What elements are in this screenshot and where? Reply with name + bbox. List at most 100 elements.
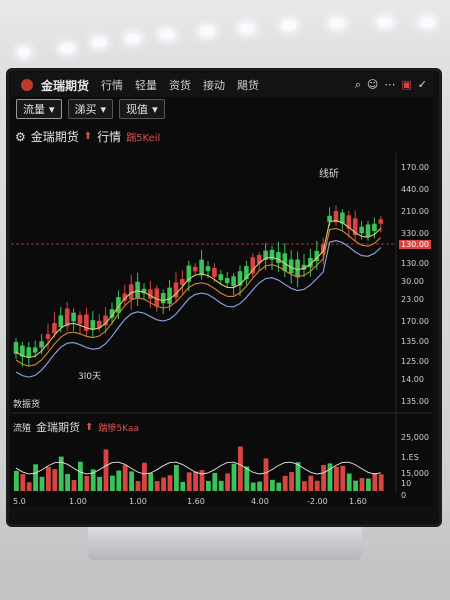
volume-bar [346, 473, 352, 491]
volume-label-left: 流殖 [13, 423, 32, 434]
time-tick: 5.0 [13, 497, 26, 506]
candle-body [167, 287, 172, 304]
candle-body [90, 320, 96, 330]
volume-title: 金瑞期货 [36, 421, 81, 434]
volume-bar [97, 476, 102, 491]
trading-app-screen: 金瑞期货 行情 轻量 资货 接动 飓货 ⌕ ☺ ⋯ ▣ ✓ 流量 ▾ 涕买 ▾ … [11, 73, 433, 506]
volume-bar [378, 474, 384, 491]
volume-ma-line [15, 461, 381, 475]
volume-bar [46, 466, 51, 491]
candle-body [378, 219, 384, 224]
volume-bar [327, 463, 333, 491]
volume-header: 流殖 金瑞期货 ⬆ 踹惨5Kaa [13, 419, 139, 435]
ceiling-light [160, 30, 174, 39]
up-arrow-icon: ⬆ [85, 421, 94, 433]
volume-bar [340, 465, 346, 491]
section-label: 敦振货 [13, 400, 41, 410]
price-tick: 130.00 [401, 259, 429, 268]
volume-tick: 25,000 [401, 433, 429, 442]
candle-body [192, 266, 198, 272]
price-tick: 14.00 [401, 375, 424, 384]
ma-line-mid [15, 227, 382, 367]
volume-bar [257, 481, 262, 491]
ma-line-slow [15, 240, 382, 378]
volume-tick: 10 [401, 479, 412, 488]
volume-bar [122, 464, 128, 491]
volume-bar [302, 481, 307, 491]
volume-bar [129, 471, 134, 491]
volume-bar [276, 482, 282, 491]
time-tick: -2.00 [307, 497, 328, 506]
volume-bar [282, 475, 288, 491]
ceiling-light [282, 21, 296, 30]
volume-bar [225, 473, 230, 491]
candle-body [205, 266, 211, 272]
volume-bar [231, 463, 237, 491]
candle-body [26, 347, 32, 358]
candle-body [39, 341, 44, 348]
volume-bar [26, 482, 32, 491]
volume-bar [218, 480, 224, 491]
candlestick-chart [11, 153, 433, 493]
candle-body [77, 314, 83, 324]
time-tick: 4.00 [251, 497, 269, 506]
price-tick: 23.00 [401, 295, 424, 304]
volume-bar [39, 476, 45, 491]
volume-bar [110, 475, 115, 491]
candle-body [231, 276, 236, 287]
desk [0, 560, 450, 600]
volume-bar [161, 477, 166, 491]
price-tick: 440.00 [401, 185, 429, 194]
trough-annotation: 3l0天 [78, 372, 101, 382]
volume-bar [359, 478, 365, 491]
price-tick: 135.00 [401, 397, 429, 406]
volume-bar [308, 475, 314, 491]
volume-bar [353, 480, 358, 491]
ceiling-light [200, 27, 214, 36]
ceiling-light [126, 34, 140, 43]
volume-bar [84, 475, 90, 491]
candle-body [359, 226, 364, 234]
price-tick: 135.00 [401, 337, 429, 346]
volume-bar [174, 465, 179, 491]
volume-bar [314, 480, 320, 491]
candle-body [199, 259, 204, 276]
volume-bar [295, 462, 301, 491]
volume-bar [154, 481, 160, 491]
ceiling-light [60, 44, 74, 53]
volume-bar [167, 475, 173, 491]
volume-bar [366, 478, 371, 491]
price-tick: 170.00 [401, 317, 429, 326]
ceiling-light [240, 24, 254, 33]
volume-bar [180, 481, 186, 491]
volume-bar [238, 446, 243, 491]
price-tick: 210.00 [401, 207, 429, 216]
candle-body [71, 312, 76, 322]
volume-bar [148, 473, 154, 491]
ceiling-light [92, 38, 106, 47]
price-tick: 30.00 [401, 277, 424, 286]
volume-bar [212, 472, 218, 491]
volume-bar [65, 473, 70, 491]
volume-bar [78, 461, 83, 491]
volume-bar [14, 470, 19, 491]
price-tick: 125.00 [401, 357, 429, 366]
candle-body [365, 224, 371, 237]
ma-line-fast [15, 219, 382, 359]
ceiling-light [18, 48, 30, 57]
volume-bar [103, 449, 109, 491]
volume-bar [206, 480, 211, 491]
candle-body [372, 223, 377, 232]
peak-annotation: 线斫 [319, 169, 339, 180]
volume-bar [186, 472, 192, 491]
volume-bar [52, 469, 58, 491]
volume-bar [289, 472, 294, 491]
volume-bar [33, 464, 38, 491]
volume-bar [58, 456, 64, 491]
candle-body [218, 274, 224, 281]
volume-tick: 15,000 [401, 469, 429, 478]
price-tick: 170.00 [401, 163, 429, 172]
ceiling-light [378, 18, 392, 27]
price-tick: 330.00 [401, 229, 429, 238]
volume-tick: 1.ES [401, 453, 419, 462]
